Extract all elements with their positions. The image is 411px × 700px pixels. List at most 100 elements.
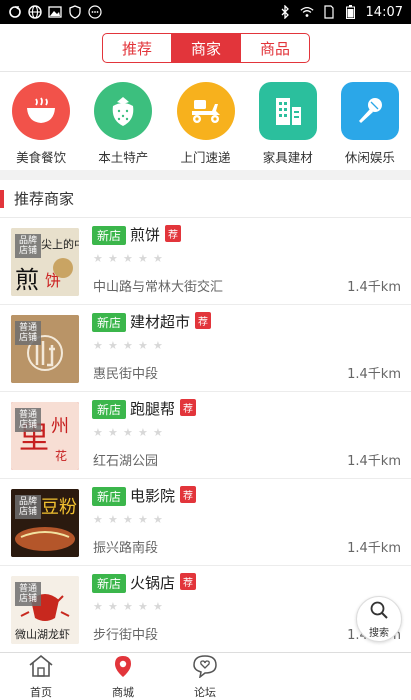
location-pin-icon (110, 654, 136, 682)
category-local-specialty[interactable]: 本土特产 (82, 72, 164, 170)
merchant-row[interactable]: 尖上的中 煎饼 品牌店铺 新店 煎饼荐 ★ ★ ★ ★ ★ 中山路与常林大街交汇 1.4千… (0, 218, 411, 305)
merchant-row[interactable]: 豆粉 品牌店铺 新店 电影院荐 ★ ★ ★ ★ ★ 振兴路南段 1.4千km (0, 479, 411, 566)
bottom-tab-bar: 首页 商城 论坛 (0, 652, 411, 700)
svg-text:尖上的中: 尖上的中 (41, 237, 79, 251)
merchant-address: 步行街中段 (93, 628, 159, 643)
category-entertainment[interactable]: 休闲娱乐 (329, 72, 411, 170)
merchant-list: 尖上的中 煎饼 品牌店铺 新店 煎饼荐 ★ ★ ★ ★ ★ 中山路与常林大街交汇 1.4千… (0, 218, 411, 653)
star-icon: ★ (153, 252, 163, 265)
search-fab-button[interactable]: 搜索 (356, 596, 402, 642)
merchant-thumbnail: 尖上的中煎饼 品牌店铺 (11, 228, 79, 296)
scooter-icon (176, 82, 235, 140)
merchant-name-text: 电影院 (130, 487, 176, 505)
bluetooth-icon (278, 5, 292, 19)
microphone-icon (340, 82, 399, 140)
section-accent-bar (0, 189, 4, 208)
merchant-row[interactable]: 里州花 普通店铺 新店 跑腿帮荐 ★ ★ ★ ★ ★ 红石湖公园 1.4千km (0, 392, 411, 479)
new-store-badge: 新店 (92, 487, 127, 506)
shop-type-tag: 普通店铺 (15, 321, 41, 345)
bowl-icon (12, 82, 71, 140)
chat-heart-icon (192, 654, 218, 682)
merchant-name-text: 建材超市 (130, 313, 191, 331)
category-row: 美食餐饮 本土特产 上门速递 家具建材 休闲娱乐 (0, 72, 411, 170)
tab-home-label: 首页 (30, 685, 52, 699)
merchant-thumbnail: 豆粉 品牌店铺 (11, 489, 79, 557)
merchant-name: 跑腿帮荐 (130, 398, 197, 419)
category-delivery[interactable]: 上门速递 (164, 72, 246, 170)
star-icon: ★ (93, 426, 103, 439)
recommended-badge: 荐 (180, 486, 197, 503)
merchant-address: 红石湖公园 (93, 454, 159, 469)
tab-forum[interactable]: 论坛 (164, 653, 246, 700)
merchant-distance: 1.4千km (347, 280, 401, 295)
merchant-name: 煎饼荐 (130, 224, 182, 245)
star-icon: ★ (153, 426, 163, 439)
svg-text:微山湖龙虾: 微山湖龙虾 (15, 627, 70, 641)
svg-text:煎: 煎 (15, 266, 39, 294)
category-food[interactable]: 美食餐饮 (0, 72, 82, 170)
merchant-row[interactable]: 普通店铺 新店 建材超市荐 ★ ★ ★ ★ ★ 惠民街中段 1.4千km (0, 305, 411, 392)
category-furniture[interactable]: 家具建材 (247, 72, 329, 170)
strawberry-icon (94, 82, 153, 140)
star-icon: ★ (153, 339, 163, 352)
image-icon (48, 5, 62, 19)
merchant-row[interactable]: 微山湖龙虾 普通店铺 新店 火锅店荐 ★★★★★ 步行街中段 1.4千km (0, 566, 411, 653)
star-icon: ★ (93, 600, 103, 613)
segmented-control: 推荐 商家 商品 (102, 33, 310, 63)
merchant-distance: 1.4千km (347, 454, 401, 469)
merchant-address: 振兴路南段 (93, 541, 159, 556)
shield-icon (68, 5, 82, 19)
tab-recommend[interactable]: 推荐 (103, 34, 172, 62)
merchant-name: 建材超市荐 (130, 311, 212, 332)
status-bar: 14:07 (0, 0, 411, 24)
tab-home[interactable]: 首页 (0, 653, 82, 700)
star-icon: ★ (93, 339, 103, 352)
category-label: 美食餐饮 (16, 150, 67, 165)
shop-type-tag: 品牌店铺 (15, 495, 41, 519)
star-icon: ★ (123, 513, 133, 526)
merchant-name-text: 煎饼 (130, 226, 161, 244)
shop-type-tag: 普通店铺 (15, 408, 41, 432)
tab-mall[interactable]: 商城 (82, 653, 164, 700)
status-left-icons (8, 5, 102, 19)
merchant-name-text: 火锅店 (130, 574, 176, 592)
status-right-icons: 14:07 (278, 5, 403, 20)
svg-text:州: 州 (51, 416, 69, 437)
search-icon (369, 600, 389, 624)
star-icon: ★ (123, 426, 133, 439)
category-label: 休闲娱乐 (344, 150, 395, 165)
tab-merchants[interactable]: 商家 (172, 34, 241, 62)
merchant-thumbnail: 里州花 普通店铺 (11, 402, 79, 470)
star-icon: ★ (138, 339, 148, 352)
new-store-badge: 新店 (92, 313, 127, 332)
merchant-address: 惠民街中段 (93, 367, 159, 382)
tab-products[interactable]: 商品 (241, 34, 309, 62)
star-icon: ★ (138, 600, 148, 613)
section-title: 推荐商家 (14, 190, 75, 208)
top-bar: 推荐 商家 商品 (0, 24, 411, 72)
status-time: 14:07 (365, 4, 403, 20)
tab-mall-label: 商城 (112, 685, 134, 699)
merchant-distance: 1.4千km (347, 541, 401, 556)
star-icon: ★ (108, 513, 118, 526)
merchant-name: 火锅店荐 (130, 572, 197, 593)
rating-stars: ★ ★ ★ ★ ★ (93, 252, 163, 265)
star-icon: ★ (108, 426, 118, 439)
svg-text:豆粉: 豆粉 (41, 497, 77, 518)
rating-stars: ★ ★ ★ ★ ★ (93, 339, 163, 352)
sim-icon (322, 5, 336, 19)
shop-type-tag: 品牌店铺 (15, 234, 41, 258)
star-icon: ★ (138, 252, 148, 265)
star-icon: ★ (93, 513, 103, 526)
merchant-name: 电影院荐 (130, 485, 197, 506)
rating-stars: ★ ★ ★ ★ ★ (93, 513, 163, 526)
category-label: 家具建材 (262, 150, 313, 165)
rating-stars: ★ ★ ★ ★ ★ (93, 600, 163, 613)
merchant-address: 中山路与常林大街交汇 (93, 280, 224, 295)
star-icon: ★ (138, 513, 148, 526)
star-icon: ★ (153, 600, 163, 613)
globe-icon (28, 5, 42, 19)
recommended-badge: 荐 (165, 225, 182, 242)
star-icon: ★ (93, 252, 103, 265)
recommended-badge: 荐 (195, 312, 212, 329)
